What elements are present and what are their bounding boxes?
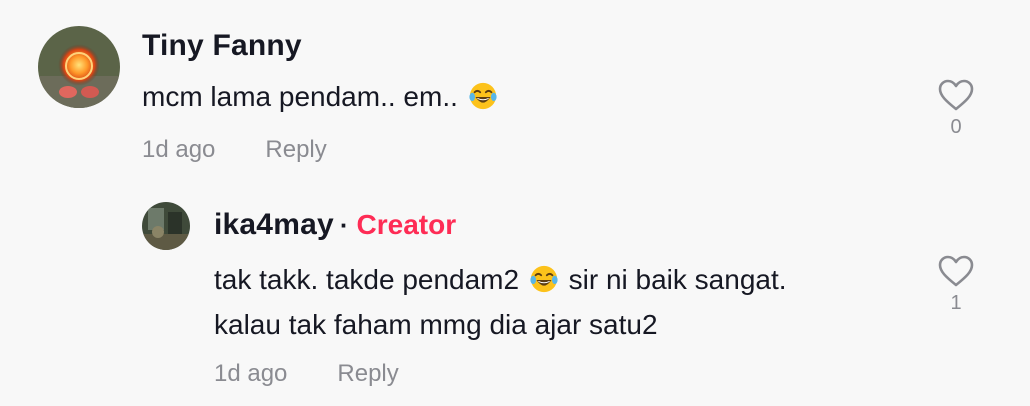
reply-button[interactable]: Reply bbox=[265, 136, 326, 163]
comment-text: mcm lama pendam.. em.. bbox=[142, 74, 500, 119]
comment-item: Tiny Fanny mcm lama pendam.. em.. 1d ago… bbox=[0, 0, 1030, 180]
like-count: 1 bbox=[950, 292, 962, 314]
heart-outline-icon[interactable] bbox=[937, 254, 975, 288]
reply-button[interactable]: Reply bbox=[337, 360, 398, 387]
separator-dot: · bbox=[339, 210, 349, 240]
reply-name-line: ika4may · Creator bbox=[214, 208, 456, 242]
tears-of-joy-emoji-icon bbox=[469, 82, 497, 110]
comment-timestamp: 1d ago bbox=[214, 360, 288, 387]
comment-text: tak takk. takde pendam2 sir ni baik sang… bbox=[214, 257, 787, 347]
comment-meta: 1d ago Reply bbox=[142, 136, 327, 164]
avatar-image bbox=[38, 26, 120, 108]
avatar[interactable] bbox=[38, 26, 120, 108]
avatar[interactable] bbox=[142, 202, 190, 250]
comment-username[interactable]: Tiny Fanny bbox=[142, 29, 302, 63]
tears-of-joy-emoji-icon bbox=[530, 265, 558, 293]
like-button[interactable]: 0 bbox=[934, 78, 978, 139]
like-button[interactable]: 1 bbox=[934, 254, 978, 315]
comment-text-body: mcm lama pendam.. em.. bbox=[142, 81, 458, 112]
creator-badge: Creator bbox=[356, 209, 457, 240]
reply-comment-item: ika4may · Creator tak takk. takde pendam… bbox=[0, 180, 1030, 406]
avatar-image bbox=[142, 202, 190, 250]
like-count: 0 bbox=[950, 116, 962, 138]
heart-outline-icon[interactable] bbox=[937, 78, 975, 112]
comment-timestamp: 1d ago bbox=[142, 136, 216, 163]
comment-username[interactable]: ika4may bbox=[214, 208, 334, 242]
comment-text-line1-start: tak takk. takde pendam2 bbox=[214, 264, 520, 295]
comment-text-line1-end: sir ni baik sangat. bbox=[568, 264, 787, 295]
comment-text-line2: kalau tak faham mmg dia ajar satu2 bbox=[214, 309, 658, 340]
comment-meta: 1d ago Reply bbox=[214, 360, 399, 388]
